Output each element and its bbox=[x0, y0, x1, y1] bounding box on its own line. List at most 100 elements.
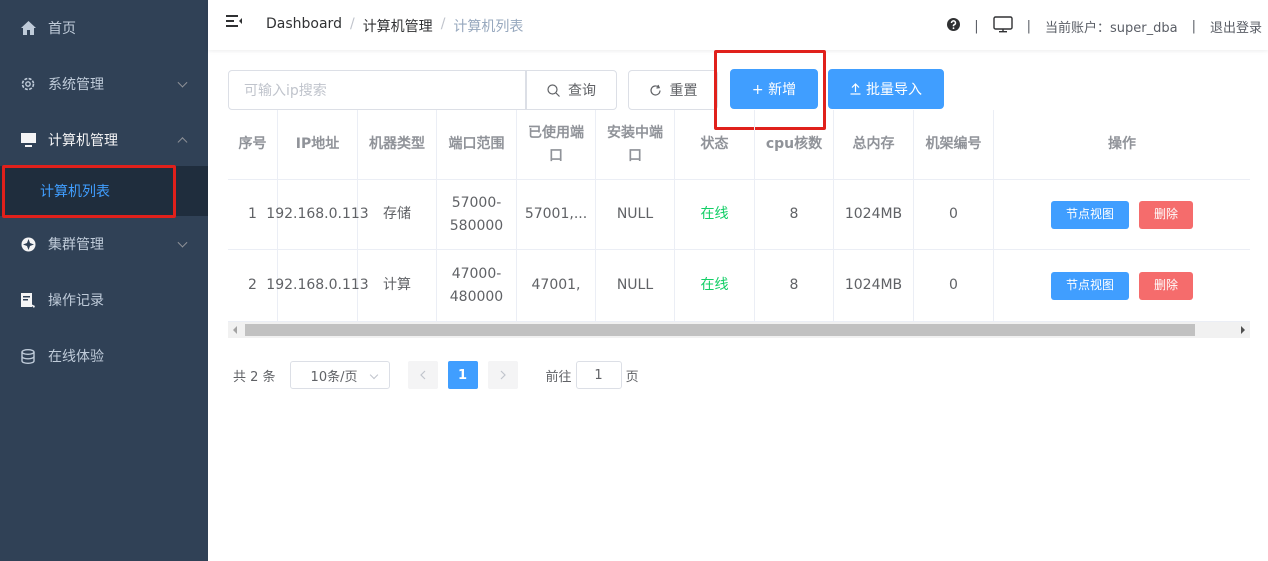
gear-icon bbox=[20, 76, 36, 92]
node-view-button[interactable]: 节点视图 bbox=[1050, 200, 1129, 229]
prev-page-button[interactable] bbox=[407, 361, 438, 389]
refresh-icon bbox=[649, 84, 662, 97]
current-account: 当前账户：super_dba bbox=[1045, 21, 1178, 36]
sidebar-item-label: 系统管理 bbox=[48, 77, 104, 93]
page-size-value: 10条/页 bbox=[310, 369, 358, 385]
breadcrumb-item[interactable]: Dashboard bbox=[266, 16, 342, 36]
cell-actions: 节点视图 删除 bbox=[994, 180, 1250, 249]
cell-ip: 192.168.0.113 bbox=[266, 250, 369, 321]
horizontal-scrollbar[interactable] bbox=[228, 322, 1250, 338]
upload-icon bbox=[850, 83, 861, 95]
sidebar-item-label: 在线体验 bbox=[48, 349, 104, 365]
reset-label: 重置 bbox=[669, 83, 698, 99]
query-button[interactable]: 查询 bbox=[526, 70, 617, 110]
cell-memory: 1024MB bbox=[834, 250, 914, 321]
pagination: 共 2 条 10条/页 1 前往 1 页 bbox=[233, 361, 639, 389]
chevron-down-icon bbox=[369, 370, 378, 380]
cell-used-ports: 47001, bbox=[517, 250, 596, 321]
status-badge: 在线 bbox=[675, 180, 755, 249]
column-header: 操作 bbox=[1108, 136, 1136, 152]
node-view-button[interactable]: 节点视图 bbox=[1050, 271, 1129, 300]
reset-button[interactable]: 重置 bbox=[628, 70, 718, 110]
cell-rack: 0 bbox=[914, 250, 994, 321]
status-badge: 在线 bbox=[675, 250, 755, 321]
scrollbar-thumb[interactable] bbox=[245, 324, 1195, 336]
cell-cpu: 8 bbox=[755, 180, 834, 249]
column-header: 安装中端口 bbox=[596, 110, 675, 179]
top-navbar: Dashboard / 计算机管理 / 计算机列表 | | 当前账户：super… bbox=[208, 0, 1268, 50]
monitor-icon bbox=[20, 132, 36, 148]
sidebar-item-online[interactable]: 在线体验 bbox=[0, 328, 208, 384]
cell-installing-ports: NULL bbox=[596, 180, 675, 249]
chevron-up-icon bbox=[177, 137, 188, 148]
highlight-box-sidebar bbox=[2, 165, 176, 218]
query-label: 查询 bbox=[568, 83, 596, 99]
goto-value: 1 bbox=[594, 367, 603, 383]
sidebar-item-label: 首页 bbox=[48, 21, 76, 37]
breadcrumb: Dashboard / 计算机管理 / 计算机列表 bbox=[266, 16, 524, 36]
column-header: 机器类型 bbox=[358, 110, 437, 179]
column-header: 序号 bbox=[228, 110, 278, 179]
screen-icon[interactable] bbox=[992, 16, 1013, 37]
chevron-down-icon bbox=[177, 237, 188, 248]
cell-type: 存储 bbox=[358, 180, 437, 249]
search-placeholder: 可输入ip搜索 bbox=[244, 83, 327, 99]
sidebar-item-label: 操作记录 bbox=[48, 293, 104, 309]
cell-rack: 0 bbox=[914, 180, 994, 249]
header-right: | | 当前账户：super_dba | 退出登录 bbox=[947, 16, 1262, 37]
cell-cpu: 8 bbox=[755, 250, 834, 321]
column-header: 端口范围 bbox=[437, 110, 517, 179]
ip-search-input[interactable]: 可输入ip搜索 bbox=[228, 70, 526, 110]
cell-type: 计算 bbox=[358, 250, 437, 321]
chevron-left-icon bbox=[419, 370, 425, 380]
batch-import-label: 批量导入 bbox=[866, 82, 922, 98]
cell-port-range: 47000-480000 bbox=[437, 250, 517, 321]
logout-link[interactable]: 退出登录 bbox=[1210, 17, 1262, 36]
column-header: 机架编号 bbox=[914, 110, 994, 179]
table-header: 序号 IP地址 机器类型 端口范围 已使用端口 安装中端口 状态 cpu核数 总… bbox=[228, 110, 1250, 180]
record-icon bbox=[20, 292, 36, 308]
home-icon bbox=[20, 20, 36, 36]
next-page-button[interactable] bbox=[487, 361, 518, 389]
scroll-right-icon[interactable] bbox=[1241, 326, 1245, 334]
help-icon[interactable] bbox=[947, 18, 961, 35]
sidebar-item-system[interactable]: 系统管理 bbox=[0, 56, 208, 112]
chevron-right-icon bbox=[500, 370, 506, 380]
breadcrumb-item[interactable]: 计算机管理 bbox=[363, 16, 433, 36]
batch-import-button[interactable]: 批量导入 bbox=[828, 69, 944, 109]
column-header: 已使用端口 bbox=[517, 110, 596, 179]
sidebar-item-cluster[interactable]: 集群管理 bbox=[0, 216, 208, 272]
cell-ip: 192.168.0.113 bbox=[266, 180, 369, 249]
sidebar-item-home[interactable]: 首页 bbox=[0, 0, 208, 56]
cluster-icon bbox=[20, 236, 36, 252]
sidebar-item-records[interactable]: 操作记录 bbox=[0, 272, 208, 328]
column-header: 总内存 bbox=[834, 110, 914, 179]
goto-page: 前往 1 页 bbox=[546, 361, 639, 389]
goto-label: 前往 bbox=[545, 369, 572, 385]
cell-actions: 节点视图 删除 bbox=[994, 250, 1250, 321]
table-row: 2 192.168.0.113 计算 47000-480000 47001, N… bbox=[228, 250, 1250, 322]
page-size-select[interactable]: 10条/页 bbox=[289, 361, 390, 389]
sidebar-item-computer[interactable]: 计算机管理 bbox=[0, 112, 208, 168]
goto-page-input[interactable]: 1 bbox=[575, 361, 622, 389]
database-icon bbox=[20, 348, 36, 364]
goto-unit: 页 bbox=[625, 369, 639, 385]
sidebar-item-label: 集群管理 bbox=[48, 237, 104, 253]
cell-memory: 1024MB bbox=[834, 180, 914, 249]
delete-button[interactable]: 删除 bbox=[1139, 200, 1194, 229]
total-count: 共 2 条 bbox=[233, 369, 276, 385]
cell-port-range: 57000-580000 bbox=[437, 180, 517, 249]
search-icon bbox=[547, 83, 560, 97]
column-header: cpu核数 bbox=[755, 110, 834, 179]
delete-button[interactable]: 删除 bbox=[1139, 271, 1194, 300]
table-row: 1 192.168.0.113 存储 57000-580000 57001,..… bbox=[228, 180, 1250, 250]
scroll-left-icon[interactable] bbox=[233, 326, 237, 334]
cell-installing-ports: NULL bbox=[596, 250, 675, 321]
sidebar-item-label: 计算机管理 bbox=[48, 133, 118, 149]
sidebar: 首页 系统管理 计算机管理 计算机列表 集群管理 操作记录 在线体验 bbox=[0, 0, 208, 561]
column-header: 状态 bbox=[675, 110, 755, 179]
page-number-current[interactable]: 1 bbox=[447, 361, 478, 389]
cell-used-ports: 57001,... bbox=[517, 180, 596, 249]
hamburger-icon[interactable] bbox=[226, 15, 242, 29]
chevron-down-icon bbox=[177, 77, 188, 88]
